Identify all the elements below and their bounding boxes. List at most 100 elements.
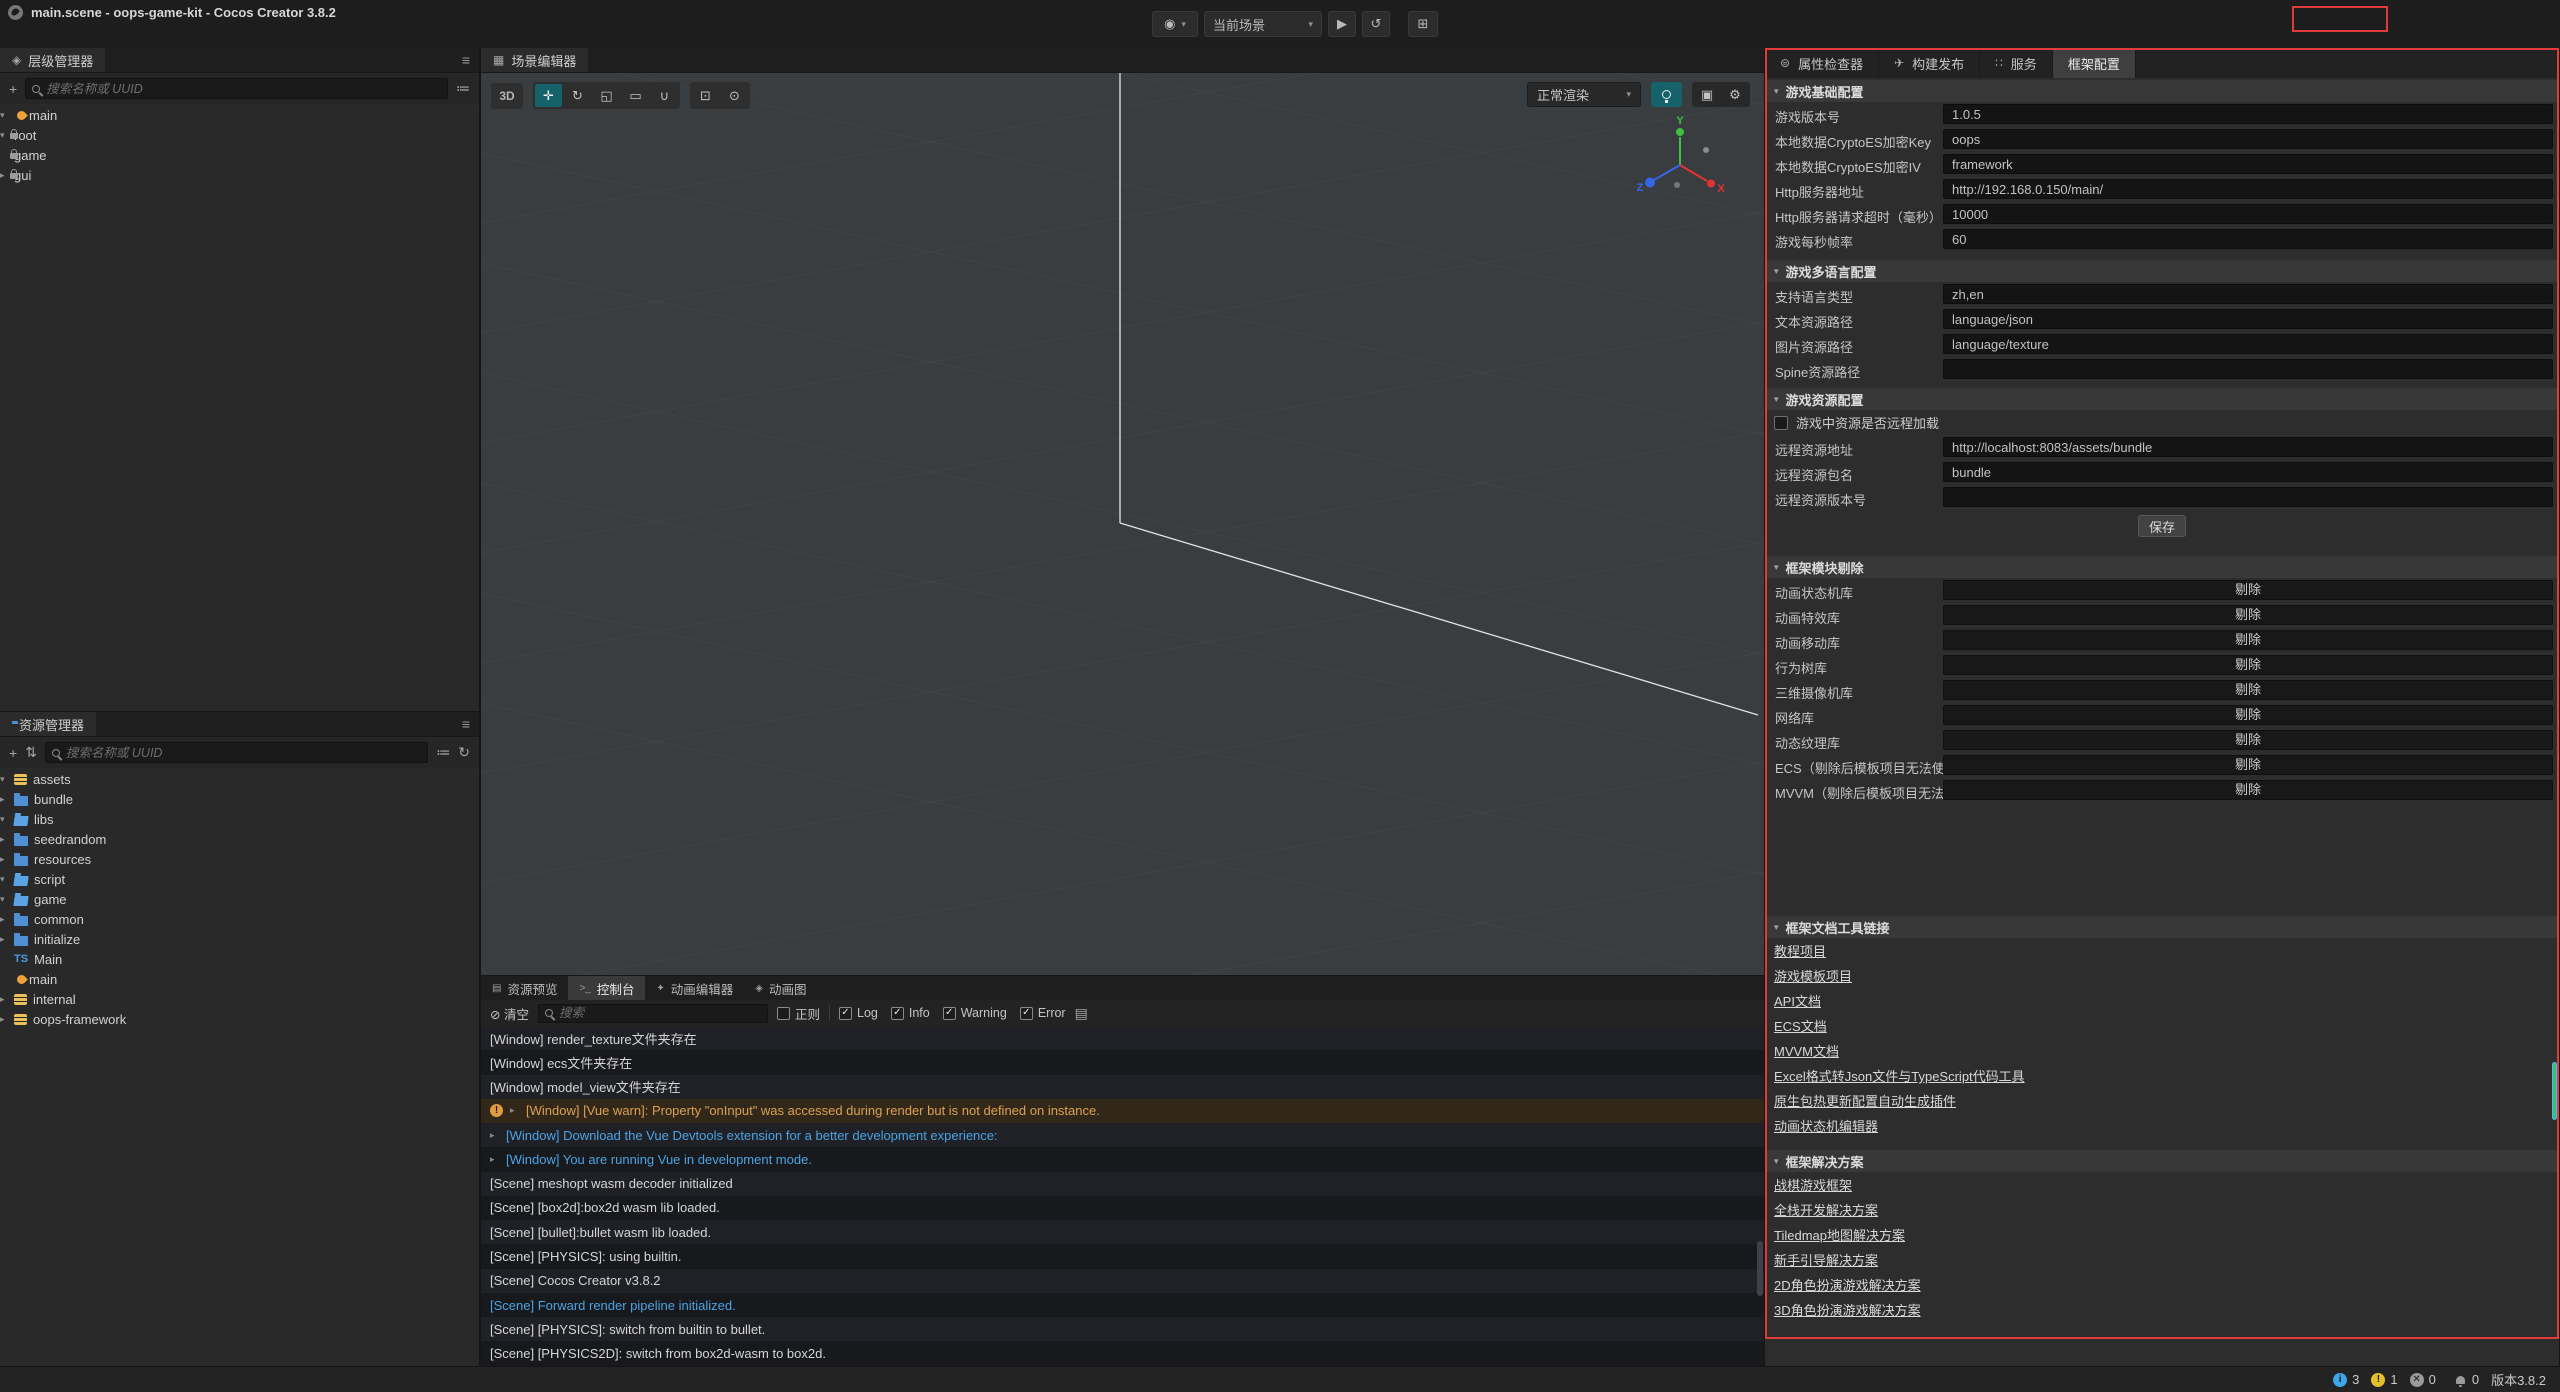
assets-search-input[interactable]: [66, 746, 421, 760]
solution-link[interactable]: 2D角色扮演游戏解决方案: [1774, 1275, 1921, 1294]
scene-camera-button[interactable]: ▣: [1694, 84, 1720, 105]
pivot-button[interactable]: ⊡: [692, 84, 719, 107]
inspector-tab[interactable]: ✈ 构建发布: [1879, 48, 1980, 78]
hierarchy-search[interactable]: [25, 78, 448, 99]
config-input[interactable]: [1943, 129, 2553, 149]
render-mode-select[interactable]: 正常渲染 ▾: [1527, 82, 1641, 107]
tree-expand-icon[interactable]: ▾: [0, 874, 14, 885]
preview-scene-select[interactable]: 当前场景▾: [1204, 11, 1322, 37]
doc-link[interactable]: 游戏模板项目: [1774, 966, 1852, 985]
console-tab[interactable]: ▤ 资源预览: [481, 976, 568, 1000]
doc-link[interactable]: API文档: [1774, 991, 1821, 1010]
log-row[interactable]: ! ▸ [Window] model_view文件夹存在: [481, 1075, 1764, 1099]
console-scrollbar[interactable]: [1757, 1241, 1763, 1296]
tree-expand-icon[interactable]: ▸: [0, 914, 14, 925]
console-tab[interactable]: ✦ 动画编辑器: [645, 976, 744, 1000]
solution-link[interactable]: 新手引导解决方案: [1774, 1250, 1878, 1269]
log-row[interactable]: ! ▸ [Window] ecs文件夹存在: [481, 1050, 1764, 1074]
remove-module-button[interactable]: 剔除: [1943, 780, 2553, 800]
log-row[interactable]: ! ▸ [Window] render_texture文件夹存在: [481, 1026, 1764, 1050]
config-input[interactable]: [1943, 179, 2553, 199]
log-filter-checkbox[interactable]: ✓ Error: [1020, 1006, 1066, 1020]
doc-link[interactable]: 教程项目: [1774, 941, 1826, 960]
scene-gear-button[interactable]: ⚙: [1722, 84, 1748, 105]
expand-chevron-icon[interactable]: ▸: [490, 1130, 506, 1141]
scene-light-toggle[interactable]: [1651, 82, 1682, 107]
console-tab[interactable]: >_ 控制台: [568, 976, 645, 1000]
tree-expand-icon[interactable]: ▾: [0, 814, 14, 825]
solution-link[interactable]: Tiledmap地图解决方案: [1774, 1225, 1905, 1244]
doc-link[interactable]: ECS文档: [1774, 1016, 1827, 1035]
rotate-tool-button[interactable]: ↻: [564, 84, 591, 107]
inspector-tab[interactable]: 框架配置: [2053, 48, 2136, 78]
config-input[interactable]: [1943, 487, 2553, 507]
asset-node-row[interactable]: ▸ bundle: [0, 789, 479, 809]
config-input[interactable]: [1943, 334, 2553, 354]
inspector-scrollbar[interactable]: [2552, 1062, 2557, 1120]
tree-expand-icon[interactable]: ▾: [0, 894, 14, 905]
log-row[interactable]: ! ▸ [Window] [Vue warn]: Property "onInp…: [481, 1099, 1764, 1123]
log-row[interactable]: ! ▸ [Scene] [PHYSICS2D]: switch from box…: [481, 1341, 1764, 1365]
log-filter-checkbox[interactable]: ✓ Log: [839, 1006, 878, 1020]
coordinate-button[interactable]: ⊙: [721, 84, 748, 107]
remove-module-button[interactable]: 剔除: [1943, 630, 2553, 650]
hierarchy-search-input[interactable]: [46, 82, 441, 96]
solution-link[interactable]: 战棋游戏框架: [1774, 1175, 1852, 1194]
panel-menu-icon[interactable]: ≡: [462, 716, 470, 732]
save-button[interactable]: 保存: [2138, 515, 2186, 537]
error-count-badge[interactable]: ✕ 0: [2410, 1372, 2436, 1387]
log-row[interactable]: ! ▸ [Scene] Cocos Creator v3.8.2: [481, 1269, 1764, 1293]
asset-node-row[interactable]: ▾ assets: [0, 769, 479, 789]
ui-transform-tool-button[interactable]: ∪: [651, 84, 678, 107]
restart-button[interactable]: ↺: [1362, 11, 1390, 37]
doc-link[interactable]: 原生包热更新配置自动生成插件: [1774, 1091, 1956, 1110]
expand-chevron-icon[interactable]: ▸: [510, 1105, 526, 1116]
section-language-config[interactable]: ▾ 游戏多语言配置: [1765, 260, 2559, 282]
log-row[interactable]: ! ▸ [Scene] [PHYSICS]: switch from built…: [481, 1317, 1764, 1341]
log-filter-checkbox[interactable]: ✓ Info: [891, 1006, 930, 1020]
log-row[interactable]: ! ▸ [Scene] [PHYSICS]: using builtin.: [481, 1244, 1764, 1268]
asset-node-row[interactable]: ▸ resources: [0, 849, 479, 869]
remove-module-button[interactable]: 剔除: [1943, 705, 2553, 725]
asset-node-row[interactable]: ▸ common: [0, 909, 479, 929]
config-input[interactable]: [1943, 359, 2553, 379]
sort-assets-icon[interactable]: ⇅: [25, 744, 37, 761]
tab-scene-editor[interactable]: ▦ 场景编辑器: [481, 48, 588, 72]
play-button[interactable]: ▶: [1328, 11, 1356, 37]
inspector-tab[interactable]: ⊜ 属性检查器: [1765, 48, 1879, 78]
tree-expand-icon[interactable]: ▾: [0, 774, 14, 785]
expand-chevron-icon[interactable]: ▸: [490, 1154, 506, 1165]
tree-expand-icon[interactable]: ▾: [0, 110, 14, 121]
rect-tool-button[interactable]: ▭: [622, 84, 649, 107]
clear-console-button[interactable]: ⊘ 清空: [490, 1004, 529, 1023]
asset-node-row[interactable]: ▸ oops-framework: [0, 1009, 479, 1029]
config-input[interactable]: [1943, 104, 2553, 124]
remove-module-button[interactable]: 剔除: [1943, 580, 2553, 600]
remote-load-checkbox[interactable]: [1774, 416, 1788, 430]
config-input[interactable]: [1943, 437, 2553, 457]
add-node-button[interactable]: +: [9, 81, 17, 97]
section-basic-config[interactable]: ▾ 游戏基础配置: [1765, 80, 2559, 102]
scene-viewport[interactable]: Y X Z 3D ✛ ↻ ◱ ▭ ∪ ⊡ ⊙: [481, 73, 1764, 975]
notification-badge[interactable]: 0: [2456, 1372, 2479, 1387]
config-input[interactable]: [1943, 204, 2553, 224]
hierarchy-node-row[interactable]: ▾ main: [0, 105, 479, 125]
solution-link[interactable]: 3D角色扮演游戏解决方案: [1774, 1300, 1921, 1319]
solution-link[interactable]: 全栈开发解决方案: [1774, 1200, 1878, 1219]
console-search-input[interactable]: [559, 1006, 761, 1020]
log-row[interactable]: ! ▸ [Scene] Forward render pipeline init…: [481, 1293, 1764, 1317]
hierarchy-node-row[interactable]: game: [0, 145, 479, 165]
doc-link[interactable]: Excel格式转Json文件与TypeScript代码工具: [1774, 1066, 2025, 1085]
log-row[interactable]: ! ▸ [Scene] [bullet]:bullet wasm lib loa…: [481, 1220, 1764, 1244]
remove-module-button[interactable]: 剔除: [1943, 730, 2553, 750]
asset-node-row[interactable]: main: [0, 969, 479, 989]
asset-node-row[interactable]: ▾ libs: [0, 809, 479, 829]
config-input[interactable]: [1943, 284, 2553, 304]
info-count-badge[interactable]: i 3: [2333, 1372, 2359, 1387]
doc-link[interactable]: 动画状态机编辑器: [1774, 1116, 1878, 1135]
scale-tool-button[interactable]: ◱: [593, 84, 620, 107]
tree-expand-icon[interactable]: ▸: [0, 794, 14, 805]
remove-module-button[interactable]: 剔除: [1943, 605, 2553, 625]
warning-count-badge[interactable]: ! 1: [2371, 1372, 2397, 1387]
hierarchy-filter-icon[interactable]: ≔: [456, 80, 470, 97]
